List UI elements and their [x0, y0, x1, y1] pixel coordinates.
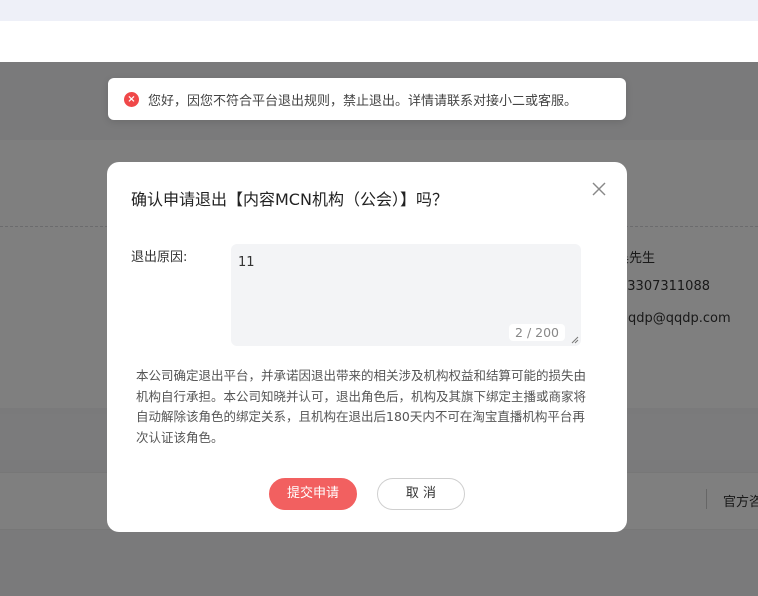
close-icon[interactable] — [591, 181, 607, 197]
header-bar — [0, 21, 758, 62]
confirm-exit-dialog: 确认申请退出【内容MCN机构（公会）】吗？ 退出原因: 11 2 / 200 本… — [107, 162, 627, 532]
error-toast: × 您好，因您不符合平台退出规则，禁止退出。详情请联系对接小二或客服。 — [108, 78, 626, 120]
browser-top-bar — [0, 0, 758, 21]
char-counter: 2 / 200 — [509, 324, 565, 341]
reason-value: 11 — [238, 255, 255, 270]
resize-handle-icon[interactable] — [571, 336, 579, 344]
error-icon: × — [124, 91, 139, 107]
cancel-button[interactable]: 取 消 — [377, 478, 465, 510]
submit-button[interactable]: 提交申请 — [269, 478, 357, 510]
reason-textarea[interactable]: 11 2 / 200 — [231, 244, 581, 346]
disclaimer-text: 本公司确定退出平台，并承诺因退出带来的相关涉及机构权益和结算可能的损失由机构自行… — [136, 368, 587, 445]
toast-message: 您好，因您不符合平台退出规则，禁止退出。详情请联系对接小二或客服。 — [148, 93, 578, 109]
dialog-title: 确认申请退出【内容MCN机构（公会）】吗？ — [131, 190, 448, 209]
reason-label: 退出原因: — [131, 250, 188, 265]
